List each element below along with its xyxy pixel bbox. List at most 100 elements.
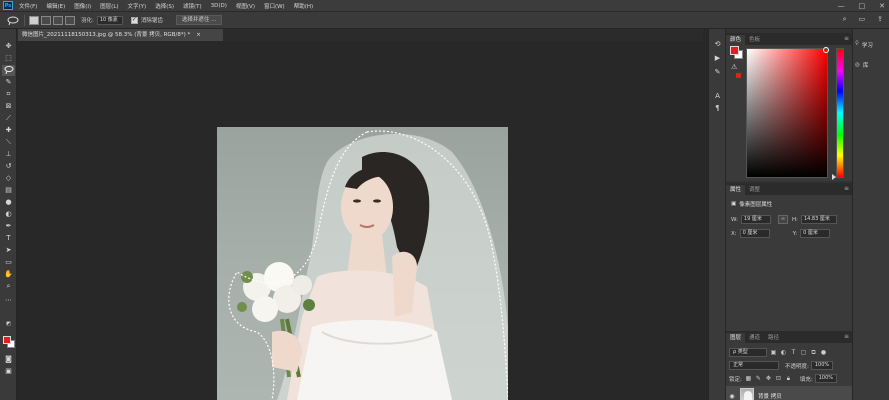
subtract-from-selection-icon[interactable] — [53, 15, 63, 25]
close-tab-icon[interactable]: × — [196, 32, 201, 38]
pen-tool-icon[interactable]: ✒ — [2, 221, 15, 232]
hue-slider-handle-icon[interactable] — [832, 174, 836, 180]
panel-fg-swatch[interactable] — [730, 46, 739, 55]
gamut-warning-icon[interactable]: ⚠ — [731, 63, 737, 71]
share-icon[interactable]: ⇪ — [877, 15, 883, 24]
menu-help[interactable]: 帮助(H) — [294, 2, 313, 10]
lasso-tool-icon[interactable] — [2, 65, 15, 76]
hue-slider[interactable] — [836, 48, 844, 178]
menu-3d[interactable]: 3D(D) — [211, 3, 227, 9]
menu-file[interactable]: 文件(F) — [19, 2, 37, 10]
workspace-icon[interactable]: ▭ — [859, 15, 866, 24]
panel-menu-icon[interactable]: ≡ — [844, 185, 849, 192]
maximize-button[interactable]: □ — [859, 2, 866, 10]
tab-layers[interactable]: 图层 — [726, 333, 746, 343]
menu-type[interactable]: 文字(Y) — [128, 2, 147, 10]
select-and-mask-button[interactable]: 选择并遮住 ... — [175, 15, 223, 25]
tab-properties[interactable]: 属性 — [726, 185, 746, 195]
layer-filter-select[interactable]: ρ 类型 — [729, 348, 767, 357]
lock-artboard-icon[interactable]: ⊡ — [775, 375, 782, 382]
width-input[interactable]: 19 厘米 — [740, 215, 771, 224]
intersect-selection-icon[interactable] — [65, 15, 75, 25]
layer-name[interactable]: 背景 拷贝 — [758, 392, 782, 400]
filter-smart-icon[interactable]: ⧉ — [810, 349, 817, 356]
filter-pixel-icon[interactable]: ▣ — [770, 349, 777, 356]
quick-select-tool-icon[interactable]: ✎ — [2, 77, 15, 88]
blur-tool-icon[interactable]: ● — [2, 197, 15, 208]
menu-select[interactable]: 选择(S) — [155, 2, 174, 10]
menu-image[interactable]: 图像(I) — [74, 2, 91, 10]
healing-brush-icon[interactable]: ✚ — [2, 125, 15, 136]
menu-view[interactable]: 视图(V) — [236, 2, 255, 10]
filter-adjust-icon[interactable]: ◐ — [780, 349, 787, 356]
document-tab[interactable]: 微信图片_20211118150313.jpg @ 58.3% (背景 拷贝, … — [18, 29, 223, 41]
tab-paths[interactable]: 路径 — [764, 333, 783, 343]
panel-menu-icon[interactable]: ≡ — [844, 35, 849, 42]
x-input[interactable]: 0 厘米 — [739, 229, 770, 238]
filter-shape-icon[interactable]: ▢ — [800, 349, 807, 356]
tab-swatches[interactable]: 色板 — [745, 35, 764, 45]
path-select-icon[interactable]: ➤ — [2, 245, 15, 256]
default-colors-icon[interactable]: ◩ — [2, 319, 15, 330]
lock-move-icon[interactable]: ✥ — [765, 375, 772, 382]
tab-adjustments[interactable]: 调整 — [745, 185, 764, 195]
foreground-color-swatch[interactable] — [3, 336, 11, 344]
link-icon[interactable]: ∞ — [777, 215, 788, 224]
layer-row[interactable]: ◉ 背景 拷贝 — [726, 386, 852, 400]
actions-panel-icon[interactable]: ▶ — [712, 53, 723, 63]
lock-pixels-icon[interactable]: ▦ — [745, 375, 752, 382]
character-panel-icon[interactable]: A — [712, 91, 723, 101]
y-input[interactable]: 0 厘米 — [800, 229, 831, 238]
antialias-checkbox[interactable] — [130, 16, 138, 24]
rectangle-tool-icon[interactable]: ▭ — [2, 257, 15, 268]
menu-window[interactable]: 窗口(W) — [264, 2, 285, 10]
menu-layer[interactable]: 图层(L) — [100, 2, 118, 10]
lock-paint-icon[interactable]: ✎ — [755, 375, 762, 382]
tab-channels[interactable]: 通道 — [745, 333, 764, 343]
history-panel-icon[interactable]: ⟲ — [712, 39, 723, 49]
crop-tool-icon[interactable]: ⌗ — [2, 89, 15, 100]
lock-all-icon[interactable]: 🔒︎ — [785, 375, 792, 382]
blend-mode-select[interactable]: 正常 — [729, 361, 779, 370]
brush-tool-icon[interactable]: ⟍ — [2, 137, 15, 148]
height-input[interactable]: 14.83 厘米 — [800, 215, 837, 224]
color-picker-field[interactable] — [746, 48, 828, 178]
hand-tool-icon[interactable]: ✋ — [2, 269, 15, 280]
visibility-eye-icon[interactable]: ◉ — [726, 393, 738, 400]
more-tools-icon[interactable]: ⋯ — [2, 295, 15, 306]
gradient-tool-icon[interactable]: ▤ — [2, 185, 15, 196]
frame-tool-icon[interactable]: ⊠ — [2, 101, 15, 112]
search-icon[interactable]: ⌕ — [843, 15, 847, 24]
close-button[interactable]: ✕ — [879, 2, 885, 10]
filter-toggle-icon[interactable]: ● — [820, 349, 827, 356]
new-selection-icon[interactable] — [29, 15, 39, 25]
history-brush-icon[interactable]: ↺ — [2, 161, 15, 172]
dodge-tool-icon[interactable]: ◐ — [2, 209, 15, 220]
eyedropper-tool-icon[interactable]: ⟋ — [2, 113, 15, 124]
tab-color[interactable]: 颜色 — [726, 35, 746, 45]
add-to-selection-icon[interactable] — [41, 15, 51, 25]
color-picker-ring[interactable] — [823, 47, 829, 53]
quick-mask-icon[interactable]: ◙ — [2, 354, 15, 365]
feather-input[interactable]: 10 像素 — [96, 15, 123, 25]
learn-panel-button[interactable]: 💡︎ 学习 — [855, 39, 873, 50]
fill-input[interactable]: 100% — [814, 374, 837, 383]
menu-filter[interactable]: 滤镜(T) — [183, 2, 202, 10]
gamut-swatch[interactable] — [736, 73, 741, 78]
screen-mode-icon[interactable]: ▣ — [2, 366, 15, 377]
paragraph-panel-icon[interactable]: ¶ — [712, 103, 723, 113]
zoom-tool-icon[interactable]: ⌕ — [2, 281, 15, 292]
marquee-tool-icon[interactable]: ⬚ — [2, 53, 15, 64]
libraries-panel-button[interactable]: ◎ 库 — [855, 59, 868, 70]
minimize-button[interactable]: — — [838, 2, 845, 10]
panel-menu-icon[interactable]: ≡ — [844, 333, 849, 340]
type-tool-icon[interactable]: T — [2, 233, 15, 244]
brush-settings-icon[interactable]: ✎ — [712, 67, 723, 77]
document-image[interactable] — [217, 127, 508, 400]
filter-type-icon[interactable]: T — [790, 349, 797, 356]
move-tool-icon[interactable]: ✥ — [2, 41, 15, 52]
lasso-tool-preset-icon[interactable] — [6, 15, 20, 26]
opacity-input[interactable]: 100% — [810, 361, 833, 370]
eraser-tool-icon[interactable]: ◇ — [2, 173, 15, 184]
clone-stamp-icon[interactable]: ⊥ — [2, 149, 15, 160]
